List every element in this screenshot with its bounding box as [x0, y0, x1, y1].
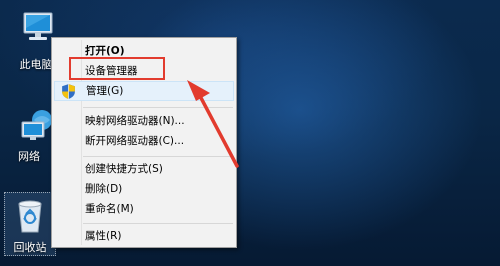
- annotation-arrow-icon: [187, 80, 239, 168]
